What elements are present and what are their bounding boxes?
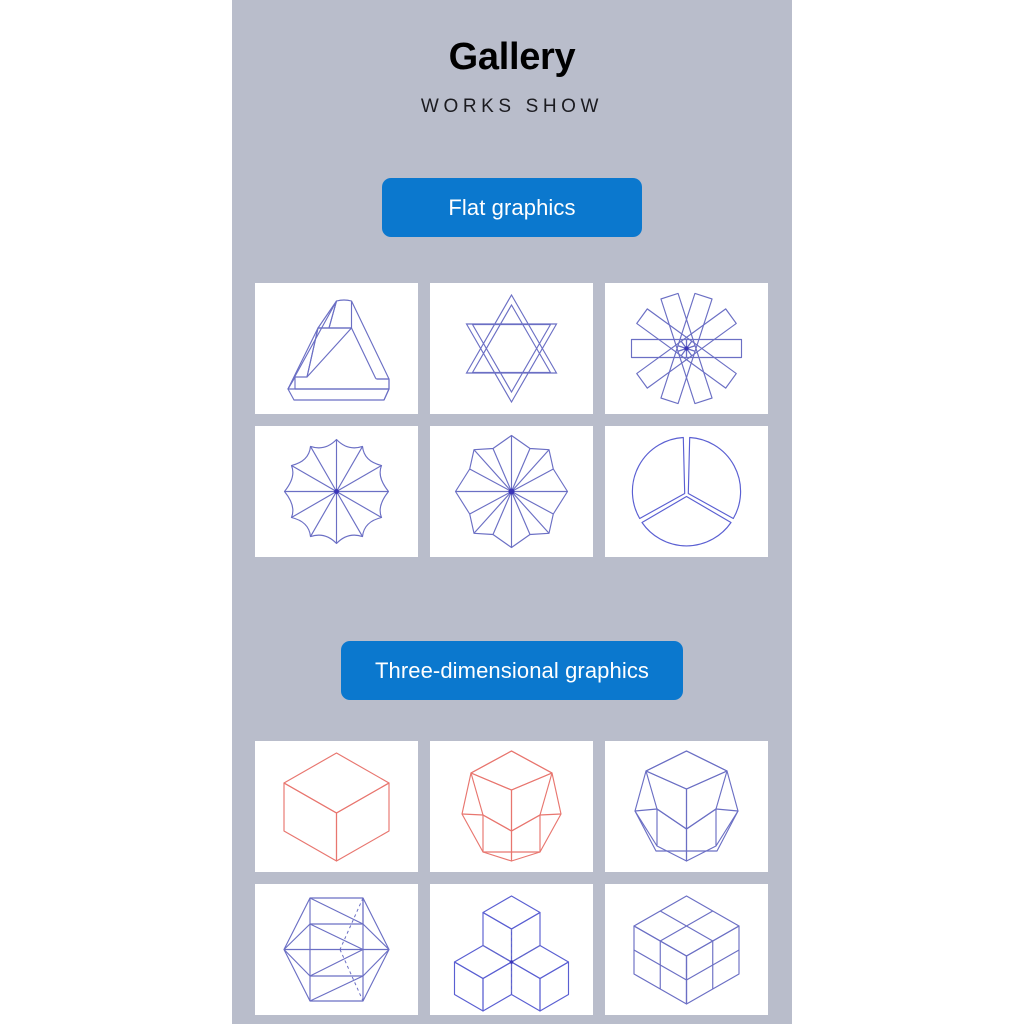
tile-split-circle-three-sectors[interactable] xyxy=(605,426,768,557)
flat-graphics-section-header: Flat graphics xyxy=(232,178,792,237)
tile-penrose-triangle[interactable] xyxy=(255,283,418,414)
tile-isometric-cube[interactable] xyxy=(255,741,418,872)
page-title: Gallery xyxy=(448,36,576,78)
tile-rhombic-polyhedron-blue[interactable] xyxy=(605,741,768,872)
tile-subdivided-cube[interactable] xyxy=(605,884,768,1015)
three-dimensional-graphics-grid xyxy=(255,741,769,1015)
tile-icosahedron-wireframe[interactable] xyxy=(255,884,418,1015)
tile-six-pointed-star[interactable] xyxy=(430,283,593,414)
tile-radial-star-rosette[interactable] xyxy=(430,426,593,557)
page-header: Gallery WORKS SHOW xyxy=(232,0,792,116)
tile-rhombic-polyhedron[interactable] xyxy=(430,741,593,872)
flat-graphics-button[interactable]: Flat graphics xyxy=(382,178,642,237)
tile-scalloped-radial-fan[interactable] xyxy=(255,426,418,557)
three-dimensional-section-header: Three-dimensional graphics xyxy=(232,641,792,700)
tile-three-cube-cluster[interactable] xyxy=(430,884,593,1015)
gallery-page: Gallery WORKS SHOW Flat graphics Three-d… xyxy=(0,0,1024,1024)
tile-pinwheel-rectangles[interactable] xyxy=(605,283,768,414)
flat-graphics-grid xyxy=(255,283,769,557)
page-subtitle: WORKS SHOW xyxy=(420,96,604,117)
three-dimensional-graphics-button[interactable]: Three-dimensional graphics xyxy=(340,641,684,700)
gallery-panel: Gallery WORKS SHOW Flat graphics Three-d… xyxy=(232,0,792,1024)
